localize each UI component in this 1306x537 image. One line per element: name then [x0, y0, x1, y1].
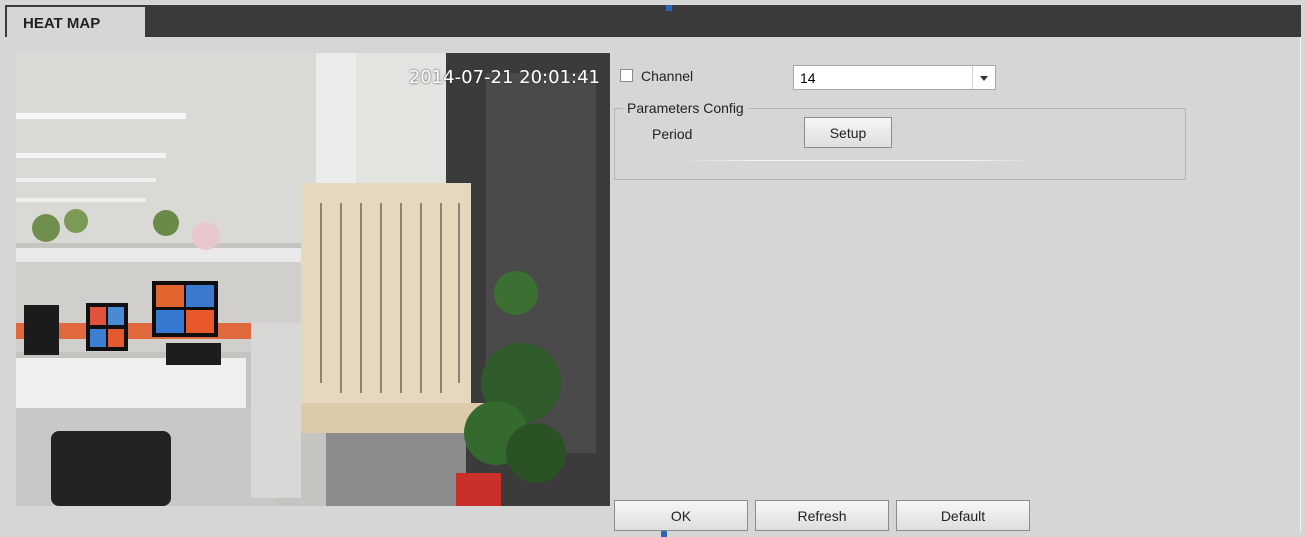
divider: [680, 160, 1040, 161]
default-button[interactable]: Default: [896, 500, 1030, 531]
parameters-config-legend: Parameters Config: [623, 100, 748, 116]
bottom-marker: [661, 530, 667, 537]
tab-heat-map[interactable]: HEAT MAP: [7, 7, 145, 38]
period-label: Period: [652, 126, 693, 142]
channel-checkbox[interactable]: [620, 69, 633, 82]
setup-button[interactable]: Setup: [804, 117, 892, 148]
parameters-config-group: [614, 108, 1186, 180]
chevron-down-icon[interactable]: [972, 66, 995, 89]
ok-button[interactable]: OK: [614, 500, 748, 531]
channel-label: Channel: [641, 68, 694, 84]
video-timestamp: 2014-07-21 20:01:41: [408, 67, 600, 88]
top-bar: [5, 5, 1301, 37]
camera-scene-image: [16, 53, 610, 506]
top-bar-marker: [666, 5, 672, 11]
video-preview: 2014-07-21 20:01:41: [16, 53, 610, 506]
channel-select[interactable]: 14: [793, 65, 996, 90]
refresh-button[interactable]: Refresh: [755, 500, 889, 531]
channel-select-value: 14: [800, 70, 816, 86]
